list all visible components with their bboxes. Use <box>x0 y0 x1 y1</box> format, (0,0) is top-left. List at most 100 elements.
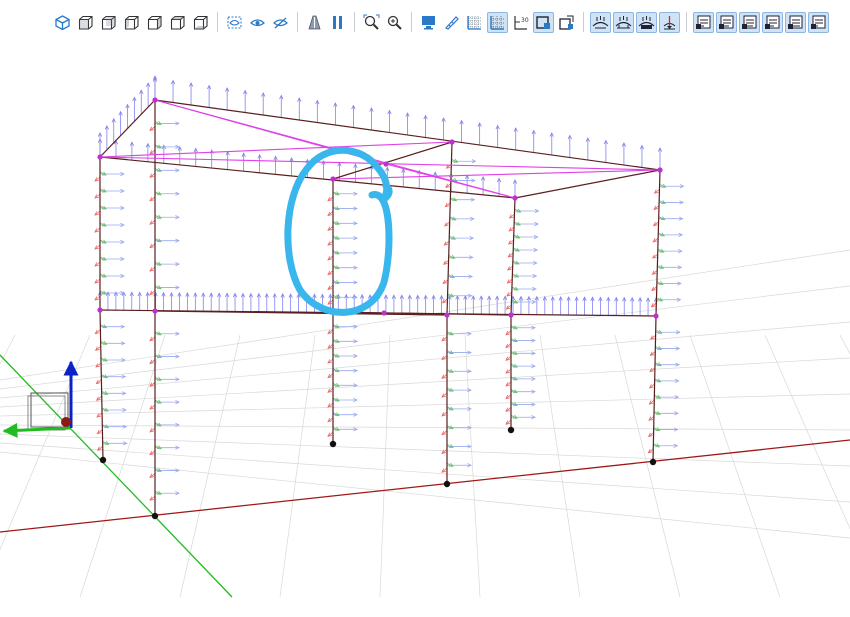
section-box-icon <box>535 14 552 31</box>
frame-node <box>449 139 455 145</box>
grid-line <box>689 334 781 598</box>
section-box-button[interactable] <box>533 11 554 33</box>
plate-labels-button[interactable] <box>739 11 760 33</box>
viewport-toolbar: 30° <box>52 7 829 38</box>
zoom-extents-button[interactable] <box>361 12 382 33</box>
measure-icon <box>443 14 460 31</box>
nodal-loads-icon <box>592 14 609 31</box>
eye-button[interactable] <box>247 12 268 33</box>
isometric-view-icon <box>54 14 71 31</box>
hide-button[interactable] <box>270 12 291 33</box>
nodal-loads-button[interactable] <box>590 11 611 33</box>
frame-node <box>383 161 389 167</box>
frame-node <box>97 154 103 160</box>
left-view-icon <box>123 14 140 31</box>
grid-line <box>0 321 850 399</box>
load-labels-icon <box>810 14 827 31</box>
parallel-button[interactable] <box>327 12 348 33</box>
frame-node <box>330 176 336 182</box>
toolbar-separator <box>297 12 298 32</box>
render-view-icon <box>420 14 437 31</box>
frame-node <box>657 167 663 173</box>
toolbar-separator <box>583 12 584 32</box>
back-view-button[interactable] <box>98 12 119 33</box>
toolbar-separator <box>411 12 412 32</box>
back-view-icon <box>100 14 117 31</box>
member-labels-button[interactable] <box>716 11 737 33</box>
toolbar-separator <box>354 12 355 32</box>
support-reactions-icon <box>661 14 678 31</box>
material-labels-button[interactable] <box>785 11 806 33</box>
grid-line <box>379 334 391 598</box>
frame-node <box>512 195 518 201</box>
toolbar-separator <box>686 12 687 32</box>
plate-labels-icon <box>741 14 758 31</box>
structural-model-scene <box>0 75 850 598</box>
angle-button[interactable]: 30° <box>510 12 531 33</box>
load-labels-button[interactable] <box>808 11 829 33</box>
node-labels-button[interactable] <box>693 11 714 33</box>
grid-line <box>464 334 481 598</box>
right-view-button[interactable] <box>144 12 165 33</box>
grid-line <box>764 334 850 530</box>
snap-grid-icon <box>489 14 506 31</box>
show-selection-button[interactable] <box>224 12 245 33</box>
bottom-view-button[interactable] <box>190 12 211 33</box>
global-y-axis-line <box>0 354 233 598</box>
support-node <box>443 480 451 488</box>
support-node <box>507 426 515 434</box>
support-node <box>329 440 337 448</box>
bottom-view-icon <box>192 14 209 31</box>
zoom-window-button[interactable] <box>384 12 405 33</box>
grid-line <box>539 334 581 598</box>
support-reactions-button[interactable] <box>654 7 682 38</box>
angle-icon: 30° <box>512 14 529 31</box>
top-view-icon <box>169 14 186 31</box>
grid-line <box>614 334 681 598</box>
frame-node <box>97 307 103 313</box>
grid-line <box>0 393 850 417</box>
grid-icon <box>466 14 483 31</box>
front-view-icon <box>77 14 94 31</box>
node-labels-icon <box>695 14 712 31</box>
left-view-button[interactable] <box>121 12 142 33</box>
svg-text:30°: 30° <box>521 17 529 24</box>
axis-origin <box>61 417 71 427</box>
grid-line <box>0 285 850 390</box>
load-arrows <box>94 75 685 501</box>
grid-line <box>0 334 16 365</box>
annotation-circle <box>284 146 393 316</box>
material-labels-icon <box>787 14 804 31</box>
roof-bracing-member <box>99 141 453 158</box>
member-loads-button[interactable] <box>613 11 634 33</box>
isometric-view-button[interactable] <box>52 12 73 33</box>
zoom-window-icon <box>386 14 403 31</box>
eye-icon <box>249 14 266 31</box>
section-cut-button[interactable] <box>556 12 577 33</box>
section-labels-icon <box>764 14 781 31</box>
grid-line <box>0 442 850 503</box>
top-view-button[interactable] <box>167 12 188 33</box>
zoom-extents-icon <box>363 14 380 31</box>
x-axis-arrow <box>2 422 71 438</box>
grid-line <box>179 334 241 598</box>
3d-viewport[interactable] <box>0 40 850 598</box>
grid-button[interactable] <box>464 12 485 33</box>
member-labels-icon <box>718 14 735 31</box>
area-loads-button[interactable] <box>636 11 657 33</box>
perspective-button[interactable] <box>304 12 325 33</box>
show-selection-icon <box>226 14 243 31</box>
parallel-icon <box>329 14 346 31</box>
area-loads-icon <box>638 14 655 31</box>
grid-line <box>0 451 850 539</box>
front-view-button[interactable] <box>75 12 96 33</box>
right-view-icon <box>146 14 163 31</box>
section-labels-button[interactable] <box>762 11 783 33</box>
frame-member <box>652 315 657 463</box>
grid-line <box>0 334 91 551</box>
snap-grid-button[interactable] <box>487 11 508 33</box>
frame-node <box>444 312 450 318</box>
measure-button[interactable] <box>441 12 462 33</box>
render-view-button[interactable] <box>418 12 439 33</box>
support-node <box>99 456 107 464</box>
